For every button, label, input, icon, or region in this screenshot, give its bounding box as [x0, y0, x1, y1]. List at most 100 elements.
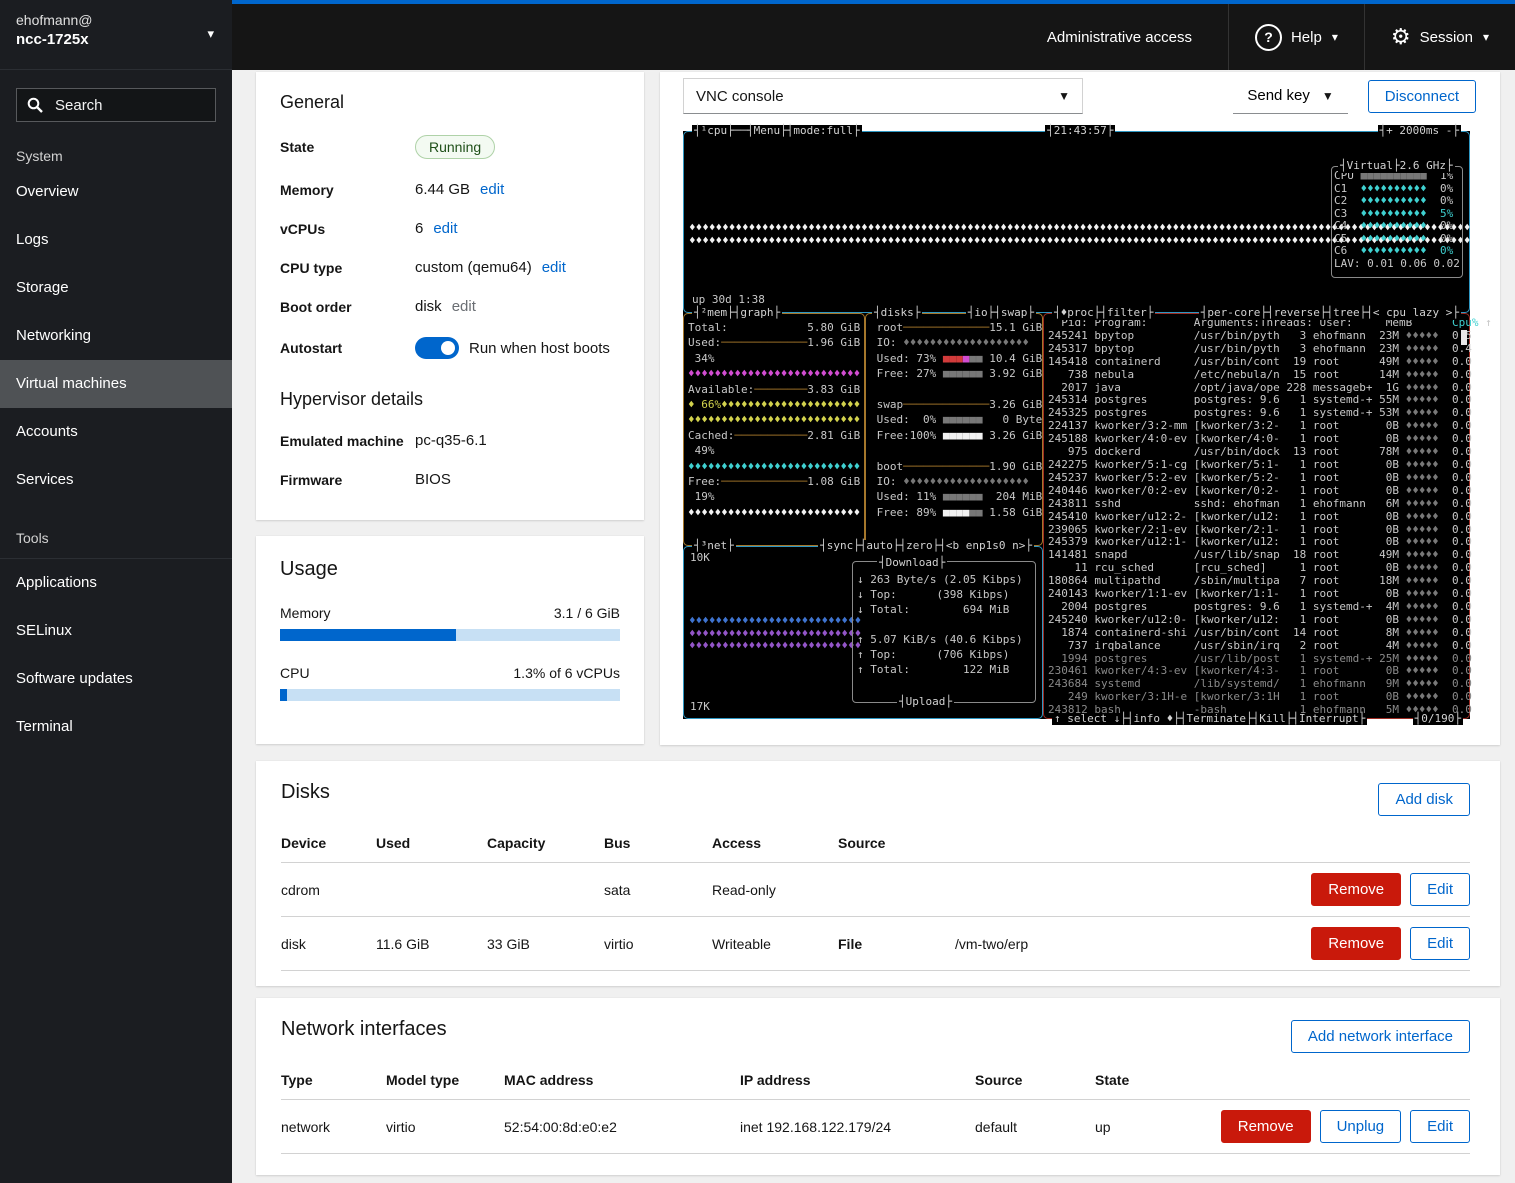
terminal-disks-panel: ┤disks├ ┤io├┤swap├ root─────────────15.1… [865, 313, 1043, 546]
network-interfaces-card: Network interfaces Add network interface… [256, 998, 1500, 1175]
cpu-type-edit-link[interactable]: edit [542, 259, 566, 276]
user-name: ehofmann@ [16, 12, 216, 28]
console-card: VNC console ▼ Send key ▼ Disconnect ┤¹cp… [660, 72, 1500, 745]
disk-used: 11.6 GiB [376, 936, 487, 952]
add-network-interface-button[interactable]: Add network interface [1291, 1020, 1470, 1053]
disk-device: cdrom [281, 882, 376, 898]
download-title: ┤Download├ [877, 555, 947, 570]
add-disk-button[interactable]: Add disk [1378, 783, 1470, 816]
net-graph: ♦♦♦♦♦♦♦♦♦♦♦♦♦♦♦♦♦♦♦♦♦♦♦♦♦♦♦♦♦♦♦♦♦♦♦♦♦♦♦♦… [689, 615, 861, 653]
memory-label: Memory [280, 182, 415, 198]
disk-capacity: 33 GiB [487, 936, 604, 952]
usage-memory-label: Memory [280, 605, 331, 621]
net-info-box: ┤Download├ ┤Upload├ ↓ 263 Byte/s (2.05 K… [852, 561, 1036, 703]
memory-edit-link[interactable]: edit [480, 181, 504, 198]
help-menu[interactable]: ? Help ▾ [1228, 4, 1364, 70]
hypervisor-title: Hypervisor details [280, 389, 620, 410]
nav-section-tools: Tools [0, 504, 232, 550]
vnc-console-screen[interactable]: ┤¹cpu├──┤Menu├┤mode:full├ ┤21:43:57├ ┤+ … [683, 131, 1470, 719]
firmware-value: BIOS [415, 471, 620, 488]
help-label: Help [1291, 29, 1322, 46]
cpu-type-value: custom (qemu64) [415, 259, 532, 276]
send-key-dropdown[interactable]: Send key ▼ [1233, 78, 1347, 114]
uptime-text: up 30d 1:38 [692, 294, 765, 307]
terminal-clock: ┤21:43:57├ [1045, 125, 1115, 138]
cpu-interval: ┤+ 2000ms -├ [1378, 125, 1461, 138]
sidebar-item-networking[interactable]: Networking [0, 312, 232, 360]
col-type: Type [281, 1072, 386, 1088]
cpu-progress-track [280, 689, 620, 701]
col-state: State [1095, 1072, 1210, 1088]
user-menu[interactable]: ehofmann@ ncc-1725x ▾ [0, 0, 232, 70]
iface-ip: inet 192.168.122.179/24 [740, 1119, 975, 1135]
cpu-type-label: CPU type [280, 260, 415, 276]
vcpus-value: 6 [415, 220, 423, 237]
mem-panel-title: ┤²mem├┤graph├ [692, 307, 782, 320]
proc-scrollbar[interactable] [1461, 330, 1467, 345]
usage-cpu-label: CPU [280, 665, 310, 681]
disk-device: disk [281, 936, 376, 952]
sidebar-item-logs[interactable]: Logs [0, 216, 232, 264]
disks-table-header: Device Used Capacity Bus Access Source [281, 824, 1470, 863]
sidebar-item-storage[interactable]: Storage [0, 264, 232, 312]
search-box[interactable] [16, 88, 216, 122]
proc-counter: ┤0/190├ [1413, 713, 1463, 726]
chevron-down-icon: ▾ [207, 26, 214, 42]
unplug-interface-button[interactable]: Unplug [1320, 1110, 1402, 1143]
terminal-mem-panel: ┤²mem├┤graph├ Total: 5.80 GiBUsed:──────… [683, 313, 865, 546]
disks-panel-title: ┤disks├ [872, 307, 922, 320]
col-device: Device [281, 835, 376, 851]
usage-memory-value: 3.1 / 6 GiB [554, 605, 620, 621]
administrative-access-button[interactable]: Administrative access [1011, 4, 1228, 70]
sidebar-item-services[interactable]: Services [0, 456, 232, 504]
console-type-select[interactable]: VNC console ▼ [683, 78, 1083, 114]
terminal-cpu-panel: ┤¹cpu├──┤Menu├┤mode:full├ ┤21:43:57├ ┤+ … [683, 131, 1470, 313]
disk-source-label: File [838, 936, 955, 952]
autostart-toggle[interactable] [415, 337, 459, 359]
boot-order-edit-link[interactable]: edit [452, 298, 476, 315]
disk-access: Writeable [712, 936, 838, 952]
edit-disk-button[interactable]: Edit [1410, 873, 1470, 906]
chevron-down-icon: ▾ [1332, 30, 1338, 44]
sidebar-item-selinux[interactable]: SELinux [0, 607, 232, 655]
table-row: network virtio 52:54:00:8d:e0:e2 inet 19… [281, 1100, 1470, 1154]
sidebar-item-virtual-machines[interactable]: Virtual machines [0, 360, 232, 408]
sidebar: ehofmann@ ncc-1725x ▾ System Overview Lo… [0, 0, 232, 1183]
upload-title: ┤Upload├ [897, 694, 954, 709]
host-name: ncc-1725x [16, 31, 216, 48]
sidebar-item-software-updates[interactable]: Software updates [0, 655, 232, 703]
usage-cpu-value: 1.3% of 6 vCPUs [513, 665, 620, 681]
vcpus-edit-link[interactable]: edit [433, 220, 457, 237]
disk-access: Read-only [712, 882, 838, 898]
autostart-label: Autostart [280, 340, 415, 356]
search-input[interactable] [53, 96, 205, 115]
iface-type: network [281, 1119, 386, 1135]
sidebar-item-overview[interactable]: Overview [0, 168, 232, 216]
proc-footer: ↑ select ↓├┤info ♦├┤Terminate├┤Kill├┤Int… [1052, 713, 1367, 726]
top-header: Administrative access ? Help ▾ ⚙ Session… [232, 0, 1515, 70]
sidebar-item-applications[interactable]: Applications [0, 559, 232, 607]
col-source: Source [838, 835, 955, 851]
sidebar-item-terminal[interactable]: Terminal [0, 703, 232, 751]
disks-title: Disks [281, 781, 1470, 804]
state-label: State [280, 139, 415, 155]
edit-interface-button[interactable]: Edit [1410, 1110, 1470, 1143]
sidebar-item-accounts[interactable]: Accounts [0, 408, 232, 456]
remove-disk-button[interactable]: Remove [1311, 873, 1401, 906]
cpu-panel-title: ┤¹cpu├──┤Menu├┤mode:full├ [692, 125, 862, 138]
search-icon [27, 97, 43, 113]
table-row: disk 11.6 GiB 33 GiB virtio Writeable Fi… [281, 917, 1470, 971]
chevron-down-icon: ▼ [1322, 89, 1334, 103]
nav-section-system: System [0, 122, 232, 168]
remove-disk-button[interactable]: Remove [1311, 927, 1401, 960]
edit-disk-button[interactable]: Edit [1410, 927, 1470, 960]
session-menu[interactable]: ⚙ Session ▾ [1364, 4, 1515, 70]
disk-source-value: /vm-two/erp [955, 936, 1280, 952]
col-mac-address: MAC address [504, 1072, 740, 1088]
disconnect-button[interactable]: Disconnect [1368, 80, 1476, 113]
terminal-net-panel: ┤³net├ ┤sync├┤auto├┤zero├┤<b enp1s0 n>├ … [683, 546, 1043, 719]
iface-mac: 52:54:00:8d:e0:e2 [504, 1119, 740, 1135]
col-used: Used [376, 835, 487, 851]
remove-interface-button[interactable]: Remove [1221, 1110, 1311, 1143]
vcpus-label: vCPUs [280, 221, 415, 237]
